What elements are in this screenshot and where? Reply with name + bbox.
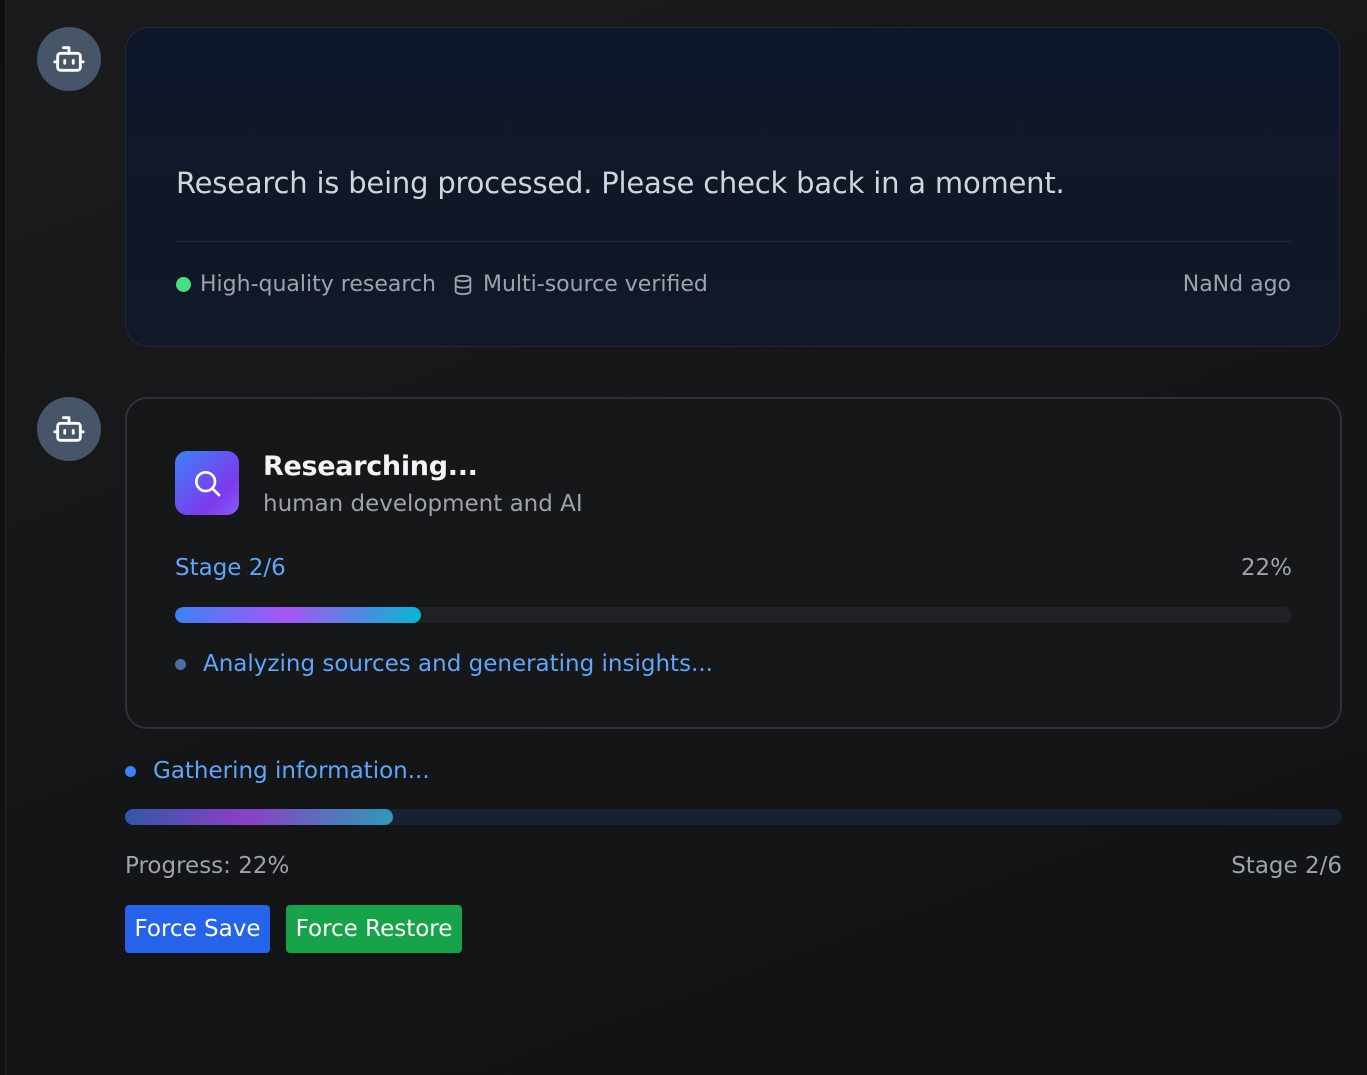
overall-progress-bar — [125, 809, 1342, 825]
research-title: Researching... — [263, 451, 478, 482]
gather-status: Gathering information... — [125, 758, 430, 784]
divider — [176, 241, 1291, 242]
gather-dot — [125, 765, 136, 777]
status-message: Research is being processed. Please chec… — [176, 166, 1065, 200]
stage-text: Stage 2/6 — [1231, 853, 1342, 879]
quality-badge-label: High-quality research — [200, 272, 436, 297]
timestamp: NaNd ago — [1183, 272, 1291, 297]
stage-label: Stage 2/6 — [175, 555, 286, 581]
research-query: human development and AI — [263, 491, 583, 517]
progress-bar-fill — [175, 607, 421, 623]
sources-badge: Multi-source verified — [452, 272, 708, 297]
bot-icon — [53, 416, 85, 442]
percent-label: 22% — [1240, 555, 1292, 581]
current-step-label: Analyzing sources and generating insight… — [203, 651, 713, 677]
assistant-avatar — [37, 397, 101, 461]
force-restore-button[interactable]: Force Restore — [286, 905, 462, 953]
gather-status-label: Gathering information... — [153, 758, 430, 784]
progress-bar — [175, 607, 1292, 623]
bot-icon — [53, 46, 85, 72]
overall-progress-fill — [125, 809, 393, 825]
database-icon — [452, 274, 474, 296]
timestamp-label: NaNd ago — [1182, 272, 1291, 297]
left-panel-edge — [0, 0, 6, 1075]
progress-text: Progress: 22% — [125, 853, 290, 879]
research-tile — [175, 451, 239, 515]
status-dot — [176, 277, 191, 292]
current-step: Analyzing sources and generating insight… — [175, 651, 713, 677]
sources-badge-label: Multi-source verified — [483, 272, 708, 297]
force-save-button[interactable]: Force Save — [125, 905, 270, 953]
assistant-avatar — [37, 27, 101, 91]
research-status-card: Research is being processed. Please chec… — [125, 27, 1340, 347]
search-icon — [195, 471, 221, 497]
quality-badge: High-quality research — [176, 272, 436, 297]
step-dot — [175, 658, 186, 670]
research-progress-card: Researching... human development and AI … — [125, 397, 1342, 729]
